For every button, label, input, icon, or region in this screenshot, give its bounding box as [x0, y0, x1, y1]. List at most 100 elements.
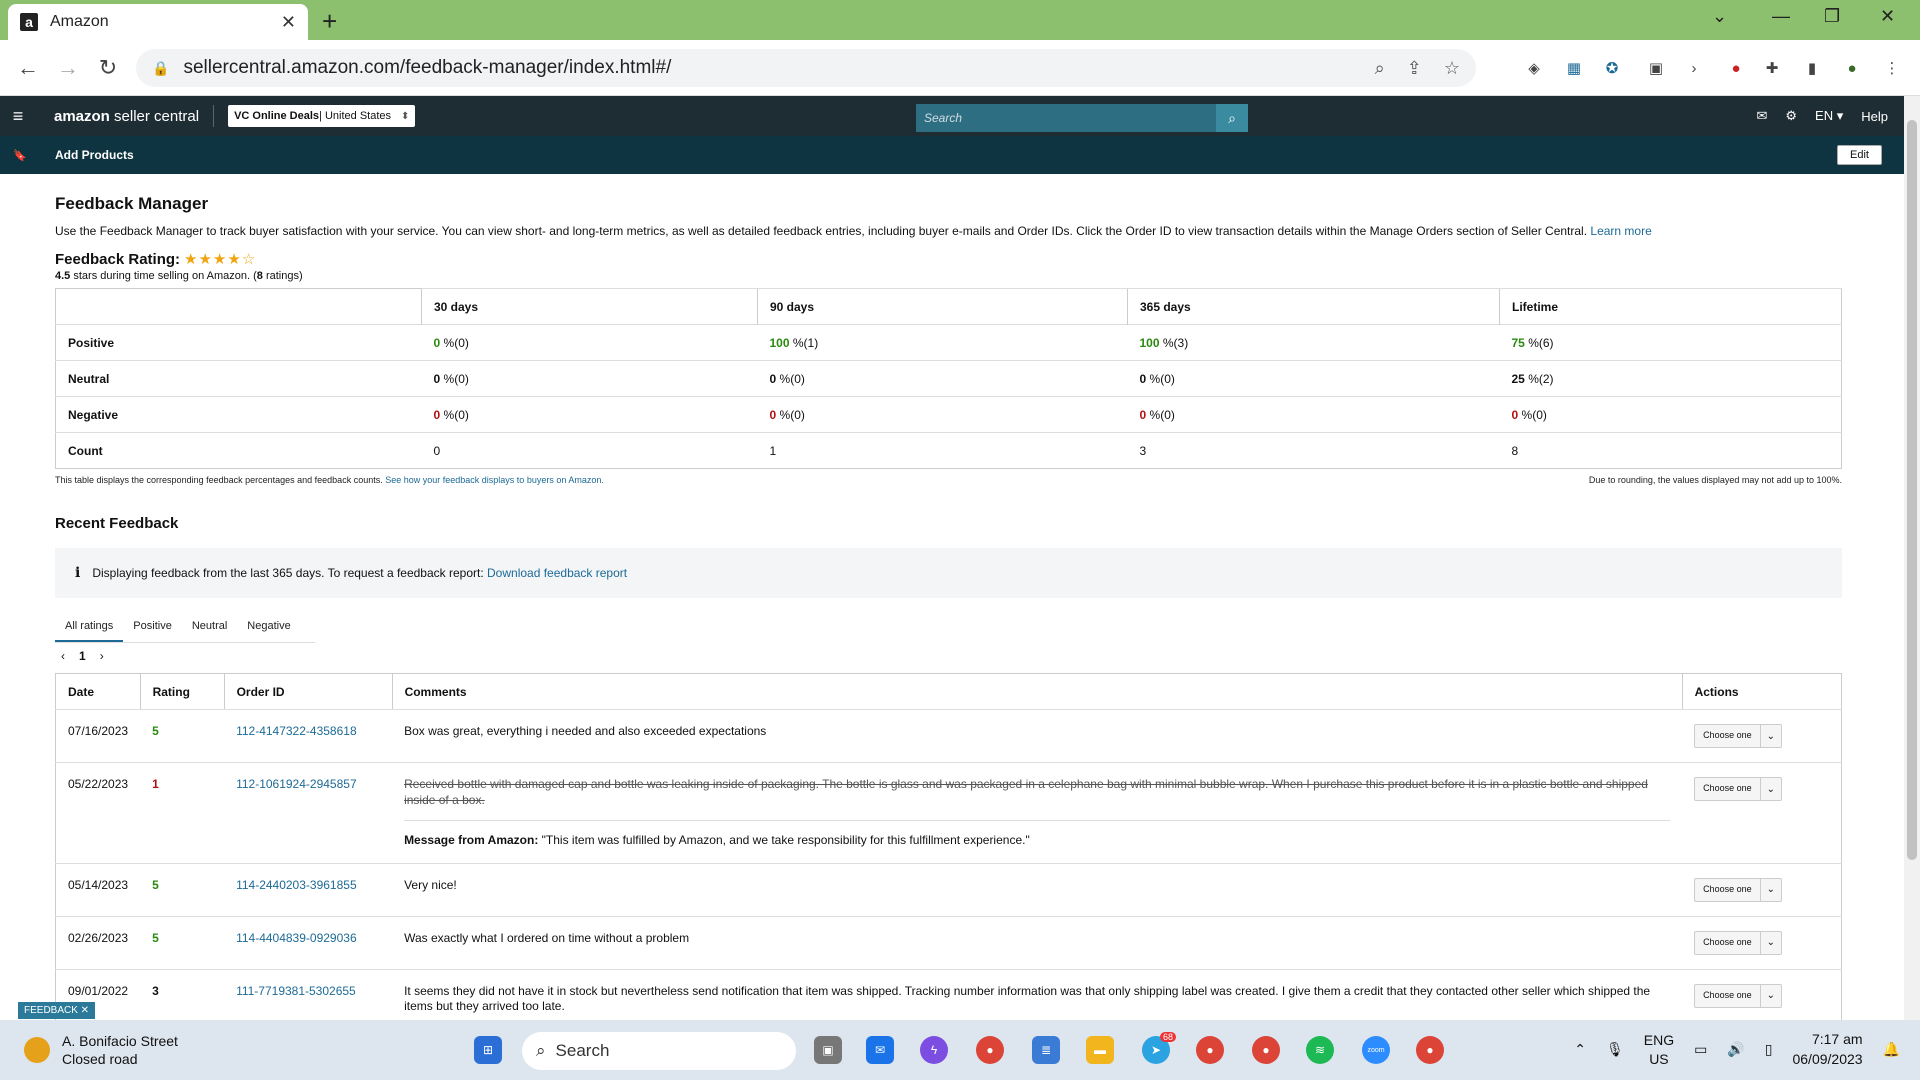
extension-icon[interactable]: ›: [1682, 56, 1706, 80]
search-icon: ⌕: [536, 1041, 546, 1060]
language-selector[interactable]: EN ▾: [1815, 108, 1843, 124]
edit-button[interactable]: Edit: [1837, 145, 1882, 165]
off-extension-icon[interactable]: ▣: [1644, 56, 1668, 80]
volume-icon[interactable]: 🔊: [1727, 1041, 1744, 1058]
mail-app-icon[interactable]: ✉: [866, 1036, 894, 1064]
metrics-header-row: 30 days 90 days 365 days Lifetime: [56, 288, 1842, 325]
order-id-link[interactable]: 112-1061924-2945857: [224, 762, 393, 864]
main-content: Feedback Manager Use the Feedback Manage…: [55, 174, 1845, 1030]
profile-avatar-icon[interactable]: ●: [1840, 56, 1864, 80]
browser-tab[interactable]: a Amazon ✕: [8, 4, 308, 40]
spotify-icon[interactable]: ≋: [1306, 1036, 1334, 1064]
tab-search-chevron-icon[interactable]: ⌄: [1712, 6, 1727, 27]
chevron-up-icon[interactable]: ⌃: [1574, 1041, 1586, 1058]
reload-icon[interactable]: ↻: [88, 55, 128, 81]
network-icon[interactable]: ▭: [1694, 1041, 1707, 1058]
rounding-note: Due to rounding, the values displayed ma…: [1588, 475, 1842, 485]
back-icon[interactable]: ←: [8, 55, 48, 81]
feedback-header-row: Date Rating Order ID Comments Actions: [55, 673, 1842, 710]
messenger-icon[interactable]: ϟ: [920, 1036, 948, 1064]
action-select[interactable]: Choose one ⌄: [1694, 724, 1782, 748]
task-view-icon[interactable]: ▣: [814, 1036, 842, 1064]
chrome-icon[interactable]: ●: [976, 1036, 1004, 1064]
taskbar-search[interactable]: ⌕ Search: [522, 1032, 796, 1070]
metrics-row-neutral: Neutral 0 %(0) 0 %(0) 0 %(0) 25 %(2): [55, 360, 1842, 397]
clock[interactable]: 7:17 am 06/09/2023: [1792, 1030, 1862, 1069]
forward-icon[interactable]: →: [48, 55, 88, 81]
zoom-icon[interactable]: ⌕: [1375, 58, 1385, 79]
metrics-cell: 25 %(2): [1499, 360, 1842, 397]
seller-central-logo[interactable]: amazon seller central: [54, 108, 199, 125]
metrics-cell: 3: [1127, 432, 1500, 469]
action-select[interactable]: Choose one ⌄: [1694, 983, 1782, 1008]
search-icon[interactable]: ⌕: [1216, 104, 1248, 132]
extension-icon[interactable]: ◈: [1522, 56, 1546, 80]
pagination: ‹ 1 ›: [55, 649, 1845, 663]
new-tab-icon[interactable]: +: [322, 6, 337, 37]
notification-icon[interactable]: 🔔: [1883, 1041, 1900, 1058]
feedback-rating-value: 5: [140, 709, 225, 763]
minimize-icon[interactable]: —: [1772, 6, 1790, 27]
action-select[interactable]: Choose one ⌄: [1694, 777, 1782, 801]
prev-page-icon[interactable]: ‹: [61, 649, 65, 663]
metrics-cell: 0 %(0): [1127, 360, 1500, 397]
metrics-row-positive: Positive 0 %(0) 100 %(1) 100 %(3) 75 %(6…: [55, 324, 1842, 361]
feedback-widget-button[interactable]: FEEDBACK ✕: [18, 1002, 96, 1019]
address-bar[interactable]: 🔒 sellercentral.amazon.com/feedback-mana…: [136, 49, 1476, 87]
notepad-icon[interactable]: ≣: [1032, 1036, 1060, 1064]
menu-kebab-icon[interactable]: ⋮: [1880, 56, 1904, 80]
metrics-cell: 0 %(0): [1499, 396, 1842, 433]
side-panel-icon[interactable]: ▮: [1800, 56, 1824, 80]
puzzle-extensions-icon[interactable]: ✚: [1760, 56, 1784, 80]
tab-all-ratings[interactable]: All ratings: [55, 612, 124, 642]
zoom-icon[interactable]: zoom: [1362, 1036, 1390, 1064]
store-selector[interactable]: VC Online Deals | United States ⬍: [228, 105, 416, 127]
tab-negative[interactable]: Negative: [237, 612, 300, 642]
url-text[interactable]: sellercentral.amazon.com/feedback-manage…: [183, 57, 1352, 79]
tab-close-icon[interactable]: ✕: [281, 12, 296, 33]
extension-badge-icon[interactable]: ●: [1724, 56, 1748, 80]
mail-icon[interactable]: ✉: [1756, 108, 1767, 124]
next-page-icon[interactable]: ›: [100, 649, 104, 663]
bookmark-icon[interactable]: 🔖: [0, 149, 40, 162]
tab-positive[interactable]: Positive: [123, 612, 182, 642]
fba-extension-icon[interactable]: ▦: [1562, 56, 1586, 80]
microphone-icon[interactable]: 🎙: [1606, 1041, 1624, 1058]
bookmark-star-icon[interactable]: ☆: [1444, 58, 1460, 79]
file-explorer-icon[interactable]: ▬: [1086, 1036, 1114, 1064]
scrollbar-thumb[interactable]: [1907, 120, 1917, 860]
lock-icon[interactable]: 🔒: [152, 60, 169, 77]
share-icon[interactable]: ⇪: [1407, 58, 1422, 79]
order-id-link[interactable]: 112-4147322-4358618: [224, 709, 393, 763]
restore-icon[interactable]: ❐: [1824, 6, 1840, 27]
extension-icon[interactable]: ✪: [1600, 56, 1624, 80]
page-scrollbar[interactable]: [1904, 96, 1920, 1020]
feedback-display-link[interactable]: See how your feedback displays to buyers…: [385, 475, 604, 485]
metrics-cell: 0 %(0): [757, 360, 1128, 397]
metrics-header: 90 days: [757, 288, 1128, 325]
tab-neutral[interactable]: Neutral: [182, 612, 237, 642]
language-indicator[interactable]: ENG US: [1644, 1031, 1674, 1067]
weather-widget[interactable]: A. Bonifacio Street Closed road: [24, 1032, 178, 1068]
feedback-date: 05/14/2023: [55, 863, 141, 917]
windows-start-icon[interactable]: ⊞: [474, 1036, 502, 1064]
help-link[interactable]: Help: [1861, 109, 1888, 124]
chrome-profile-icon[interactable]: ●: [1252, 1036, 1280, 1064]
feedback-rating-value: 5: [140, 863, 225, 917]
action-select[interactable]: Choose one ⌄: [1694, 930, 1782, 955]
download-report-link[interactable]: Download feedback report: [487, 566, 627, 580]
gear-icon[interactable]: ⚙: [1785, 108, 1797, 124]
close-window-icon[interactable]: ✕: [1880, 6, 1895, 27]
chrome-profile-icon[interactable]: ●: [1196, 1036, 1224, 1064]
search-input[interactable]: Search: [916, 104, 1216, 132]
battery-icon[interactable]: ▯: [1765, 1041, 1773, 1058]
order-id-link[interactable]: 114-4404839-0929036: [224, 916, 393, 970]
current-page[interactable]: 1: [79, 649, 86, 663]
order-id-link[interactable]: 114-2440203-3961855: [224, 863, 393, 917]
learn-more-link[interactable]: Learn more: [1590, 224, 1651, 238]
hamburger-menu-icon[interactable]: ≡: [0, 106, 36, 127]
chrome-profile-icon[interactable]: ●: [1416, 1036, 1444, 1064]
header-right-controls: ✉ ⚙ EN ▾ Help: [1756, 96, 1888, 136]
action-select[interactable]: Choose one ⌄: [1694, 877, 1782, 902]
add-products-link[interactable]: Add Products: [55, 148, 134, 162]
